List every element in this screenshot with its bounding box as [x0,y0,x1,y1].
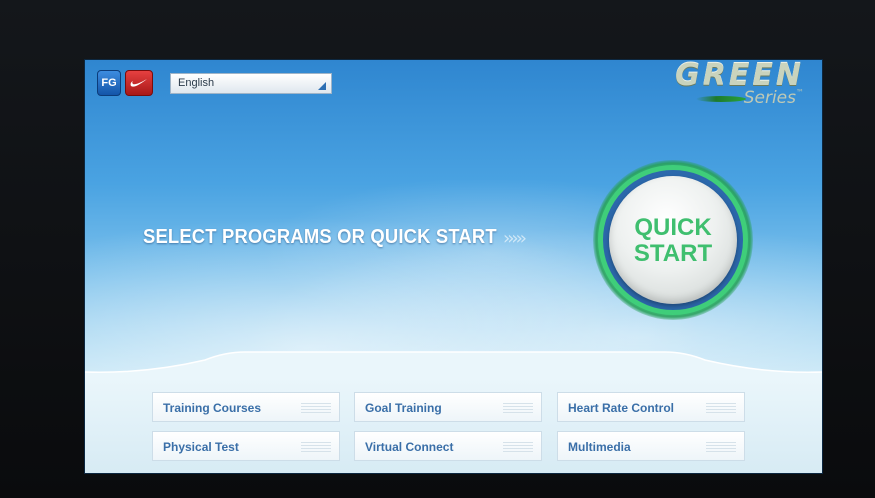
grip-lines-icon [301,442,331,452]
quick-start-label-1: QUICK [634,214,712,241]
program-label: Multimedia [568,440,631,454]
language-value: English [178,77,215,89]
kiosk-screen: FG English GREEN Series™ SELECT PROGRAMS… [85,60,822,473]
language-select[interactable]: English [170,73,332,94]
green-series-logo: GREEN Series™ [644,60,804,112]
grip-lines-icon [503,442,533,452]
program-heart-rate-control-button[interactable]: Heart Rate Control [557,392,745,422]
program-multimedia-button[interactable]: Multimedia [557,431,745,461]
brand-subtitle: Series™ [743,88,804,108]
grip-lines-icon [301,403,331,413]
fg-logo-icon: FG [97,70,121,96]
program-virtual-connect-button[interactable]: Virtual Connect [354,431,542,461]
program-label: Virtual Connect [365,440,454,454]
chevron-right-icon: ››››› [503,228,527,249]
grip-lines-icon [503,403,533,413]
program-label: Heart Rate Control [568,401,675,415]
grip-lines-icon [706,442,736,452]
program-training-courses-button[interactable]: Training Courses [152,392,340,422]
program-label: Physical Test [163,440,239,454]
page-prompt: SELECT PROGRAMS OR QUICK START [143,226,497,248]
leaf-icon [696,96,746,102]
dropdown-arrow-icon [318,82,326,90]
nike-logo-icon [125,70,153,96]
program-physical-test-button[interactable]: Physical Test [152,431,340,461]
program-goal-training-button[interactable]: Goal Training [354,392,542,422]
program-label: Training Courses [163,401,262,415]
quick-start-button[interactable]: QUICK START [609,176,737,304]
grip-lines-icon [706,403,736,413]
quick-start-label-2: START [633,240,713,267]
program-panel: Training Courses Goal Training Heart Rat… [85,378,822,473]
program-label: Goal Training [365,401,442,415]
